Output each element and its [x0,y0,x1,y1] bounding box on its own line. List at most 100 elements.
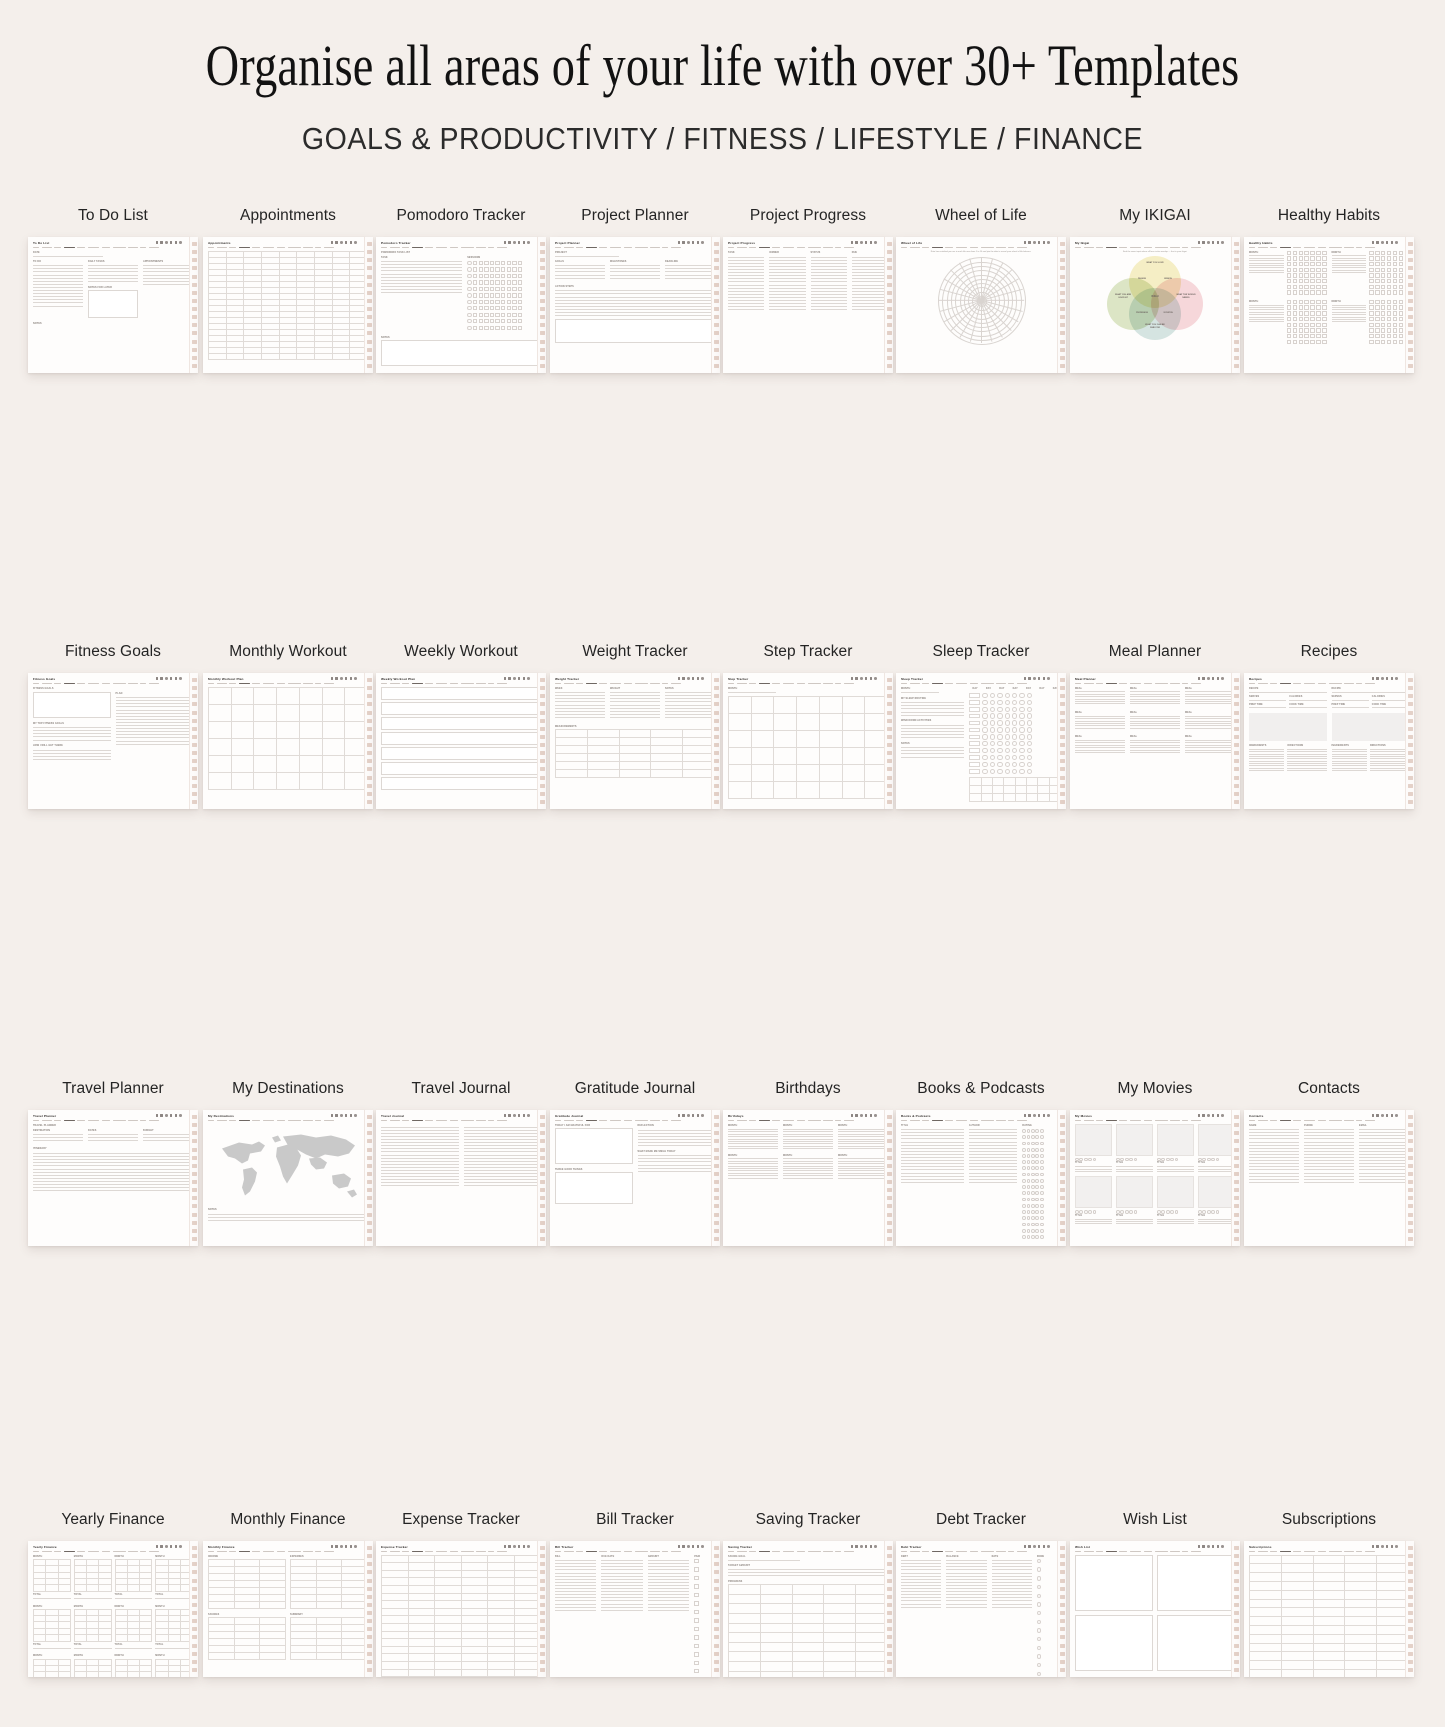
planner-tab-13[interactable] [367,776,372,780]
page-nav-item-1[interactable] [555,1551,561,1553]
toolbar-icon-5[interactable] [1391,1545,1394,1548]
template-thumbnail-birthdays[interactable]: Birthdays MONTHMONTHMONTH MONTHMONTHMONT… [723,1110,893,1246]
page-nav-item-6[interactable] [88,247,100,249]
page-nav-item-2[interactable] [1258,1551,1268,1553]
planner-tab-2[interactable] [1234,1123,1239,1127]
toolbar-icon-3[interactable] [860,677,863,680]
planner-tab-13[interactable] [1234,776,1239,780]
page-nav-item-8[interactable] [461,247,474,249]
template-cell-wish-list[interactable]: Wish List Wish List [1070,1509,1240,1677]
page-nav-item-8[interactable] [1155,1120,1168,1122]
planner-tab-1[interactable] [540,1115,545,1119]
planner-tab-1[interactable] [1234,242,1239,246]
check-grid[interactable] [473,300,500,304]
page-nav-item-3[interactable] [1270,1551,1277,1553]
check-cell[interactable] [1375,311,1379,315]
toolbar-icon-2[interactable] [335,677,338,680]
planner-tab-6[interactable] [1060,283,1065,287]
planner-tab-13[interactable] [887,1213,892,1217]
template-cell-pomodoro-tracker[interactable]: Pomodoro Tracker Pomodoro Tracker POMODO… [376,205,546,373]
page-nav-item-7[interactable] [277,247,285,249]
star-icon[interactable] [1022,1173,1026,1177]
planner-tab-8[interactable] [1234,1603,1239,1607]
toolbar-icon-1[interactable] [851,677,854,680]
page-nav-item-5[interactable] [945,247,953,249]
check-cell[interactable] [1375,251,1379,255]
toolbar-icon-2[interactable] [508,677,511,680]
planner-tab-12[interactable] [1060,767,1065,771]
toolbar-icon-3[interactable] [165,677,168,680]
toolbar-icon-1[interactable] [504,1545,507,1548]
toolbar-icon-5[interactable] [1217,241,1220,244]
planner-tab-11[interactable] [714,323,719,327]
page-nav-item-3[interactable] [576,1120,583,1122]
toolbar-icon-6[interactable] [701,1545,704,1548]
page-nav-item-2[interactable] [42,1551,52,1553]
planner-tab-15[interactable] [540,1660,545,1664]
check-cell[interactable] [1304,334,1308,338]
planner-tab-5[interactable] [540,711,545,715]
page-nav-item-8[interactable] [288,683,301,685]
page-toolbar-icons[interactable] [1024,677,1051,680]
check-cell[interactable] [495,261,499,265]
check-cell[interactable] [512,261,516,265]
toolbar-icon-2[interactable] [335,1114,338,1117]
page-nav-item-10[interactable] [1008,683,1014,685]
star-icon[interactable] [1040,1135,1044,1139]
page-nav-item-3[interactable] [54,247,61,249]
planner-tab-15[interactable] [540,1229,545,1233]
page-nav-item-5[interactable] [425,683,433,685]
planner-tab-12[interactable] [1234,331,1239,335]
planner-tab-16[interactable] [887,1237,892,1241]
page-nav-item-11[interactable] [844,247,854,249]
page-toolbar-icons[interactable] [678,1545,705,1548]
planner-tab-7[interactable] [887,727,892,731]
check-cell[interactable] [1399,311,1403,315]
planner-tab-1[interactable] [1060,242,1065,246]
page-nav-item-6[interactable] [783,1551,795,1553]
page-nav-item-5[interactable] [772,683,780,685]
star-icon[interactable] [1040,1198,1044,1202]
planner-tab-3[interactable] [1060,1562,1065,1566]
check-cell[interactable] [694,1618,698,1622]
toolbar-icon-5[interactable] [175,1545,178,1548]
planner-tab-6[interactable] [192,719,197,723]
star-icon[interactable] [1022,1129,1026,1133]
template-thumbnail-travel-journal[interactable]: Travel Journal [376,1110,546,1246]
page-nav-item-9[interactable] [1170,1120,1179,1122]
page-nav-item-5[interactable] [425,247,433,249]
check-grid[interactable] [501,261,522,265]
planner-tab-16[interactable] [192,1668,197,1672]
page-nav-item-1[interactable] [33,247,39,249]
planner-tab-5[interactable] [540,1148,545,1152]
toolbar-icon-6[interactable] [701,1114,704,1117]
check-cell[interactable] [1316,290,1320,294]
check-cell[interactable] [507,287,511,291]
page-nav[interactable] [1249,683,1409,685]
planner-tab-14[interactable] [1234,784,1239,788]
star-icon[interactable] [1031,1173,1035,1177]
planner-tab-16[interactable] [1060,800,1065,804]
toolbar-icon-4[interactable] [170,241,173,244]
page-nav-item-2[interactable] [42,1120,52,1122]
planner-tab-strip[interactable] [189,673,198,809]
check-cell[interactable] [1037,1654,1041,1658]
planner-tab-12[interactable] [192,1635,197,1639]
page-toolbar-icons[interactable] [1372,241,1399,244]
check-cell[interactable] [1037,1585,1041,1589]
planner-tab-1[interactable] [367,242,372,246]
planner-tab-6[interactable] [1234,1156,1239,1160]
template-cell-step-tracker[interactable]: Step Tracker Step Tracker MONTH [723,641,893,809]
check-cell[interactable] [1322,334,1326,338]
planner-tab-9[interactable] [1408,1611,1413,1615]
planner-tab-14[interactable] [540,348,545,352]
planner-tab-strip[interactable] [189,237,198,373]
check-cell[interactable] [1287,285,1291,289]
page-nav-item-4[interactable] [759,1551,770,1553]
rating-stars[interactable] [1022,1173,1061,1177]
toolbar-icon-2[interactable] [1202,677,1205,680]
planner-tab-5[interactable] [540,275,545,279]
check-cell[interactable] [1393,251,1397,255]
page-nav-item-7[interactable] [450,683,458,685]
page-nav-item-6[interactable] [88,683,100,685]
